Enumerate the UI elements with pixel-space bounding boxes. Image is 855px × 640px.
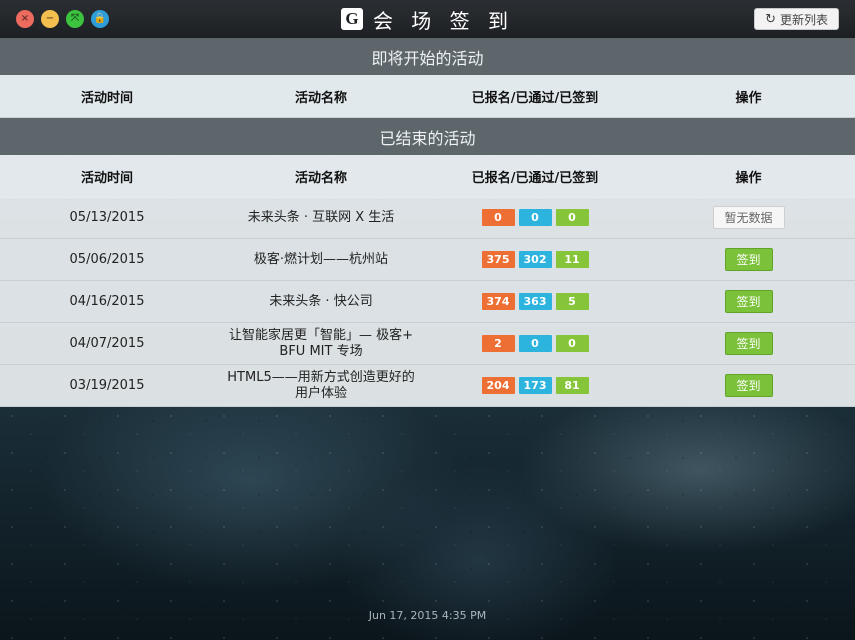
upcoming-section-header: 即将开始的活动 — [0, 38, 855, 75]
checked-in-count-badge: 81 — [555, 377, 589, 394]
approved-count-badge: 0 — [518, 335, 552, 352]
table-row: 03/19/2015 HTML5——用新方式创造更好的用户体验 204 173 … — [0, 365, 855, 407]
upcoming-section-title: 即将开始的活动 — [371, 48, 484, 68]
event-stats: 204 173 81 — [428, 377, 642, 394]
event-name: 未来头条 · 快公司 — [269, 293, 373, 309]
event-name: 让智能家居更「智能」— 极客+ BFU MIT 专场 — [228, 327, 414, 359]
approved-count-badge: 0 — [518, 209, 552, 226]
event-stats: 375 302 11 — [428, 251, 642, 268]
no-data-button[interactable]: 暂无数据 — [712, 206, 785, 229]
event-date: 04/16/2015 — [69, 294, 145, 309]
refresh-list-label: 更新列表 — [779, 12, 828, 27]
ended-table-header: 活动时间 活动名称 已报名/已通过/已签到 操作 — [0, 155, 855, 198]
event-name: 极客·燃计划——杭州站 — [253, 251, 389, 267]
registered-count-badge: 0 — [481, 209, 515, 226]
app-title-text: 会 场 签 到 — [372, 8, 515, 33]
sign-in-button[interactable]: 签到 — [724, 332, 773, 355]
timestamp: Jun 17, 2015 4:35 PM — [368, 609, 487, 622]
refresh-icon: ↻ — [765, 11, 776, 27]
sign-in-button[interactable]: 签到 — [724, 290, 773, 313]
column-header-name: 活动名称 — [294, 170, 347, 186]
upcoming-table-header: 活动时间 活动名称 已报名/已通过/已签到 操作 — [0, 75, 855, 118]
column-header-time: 活动时间 — [80, 170, 133, 186]
ended-events-table: 05/13/2015 未来头条 · 互联网 X 生活 0 0 0 暂无数据 05… — [0, 197, 855, 407]
event-date: 05/06/2015 — [69, 252, 145, 267]
registered-count-badge: 374 — [481, 293, 515, 310]
refresh-list-button[interactable]: ↻ 更新列表 — [754, 8, 839, 30]
table-row: 05/06/2015 极客·燃计划——杭州站 375 302 11 签到 — [0, 239, 855, 281]
registered-count-badge: 375 — [481, 251, 515, 268]
checked-in-count-badge: 5 — [555, 293, 589, 310]
column-header-name: 活动名称 — [294, 90, 347, 106]
ended-section-header: 已结束的活动 — [0, 118, 855, 155]
column-header-stats: 已报名/已通过/已签到 — [471, 170, 599, 186]
checked-in-count-badge: 11 — [555, 251, 589, 268]
event-date: 05/13/2015 — [69, 210, 145, 225]
registered-count-badge: 204 — [481, 377, 515, 394]
table-row: 04/16/2015 未来头条 · 快公司 374 363 5 签到 — [0, 281, 855, 323]
app-title: G 会 场 签 到 — [0, 0, 855, 38]
table-row: 04/07/2015 让智能家居更「智能」— 极客+ BFU MIT 专场 2 … — [0, 323, 855, 365]
approved-count-badge: 302 — [518, 251, 552, 268]
table-row: 05/13/2015 未来头条 · 互联网 X 生活 0 0 0 暂无数据 — [0, 197, 855, 239]
column-header-stats: 已报名/已通过/已签到 — [471, 90, 599, 106]
column-header-action: 操作 — [735, 170, 762, 186]
sign-in-button[interactable]: 签到 — [724, 374, 773, 397]
event-date: 03/19/2015 — [69, 378, 145, 393]
event-stats: 2 0 0 — [428, 335, 642, 352]
column-header-time: 活动时间 — [80, 90, 133, 106]
approved-count-badge: 173 — [518, 377, 552, 394]
event-stats: 374 363 5 — [428, 293, 642, 310]
approved-count-badge: 363 — [518, 293, 552, 310]
app-logo-icon: G — [340, 8, 363, 30]
title-bar: × − ⤧ 🔒 G 会 场 签 到 ↻ 更新列表 — [0, 0, 855, 39]
checked-in-count-badge: 0 — [555, 209, 589, 226]
column-header-action: 操作 — [735, 90, 762, 106]
event-name: HTML5——用新方式创造更好的用户体验 — [227, 369, 415, 401]
event-name: 未来头条 · 互联网 X 生活 — [247, 209, 395, 225]
event-stats: 0 0 0 — [428, 209, 642, 226]
sign-in-button[interactable]: 签到 — [724, 248, 773, 271]
checked-in-count-badge: 0 — [555, 335, 589, 352]
ended-section-title: 已结束的活动 — [379, 128, 476, 148]
registered-count-badge: 2 — [481, 335, 515, 352]
event-date: 04/07/2015 — [69, 336, 145, 351]
